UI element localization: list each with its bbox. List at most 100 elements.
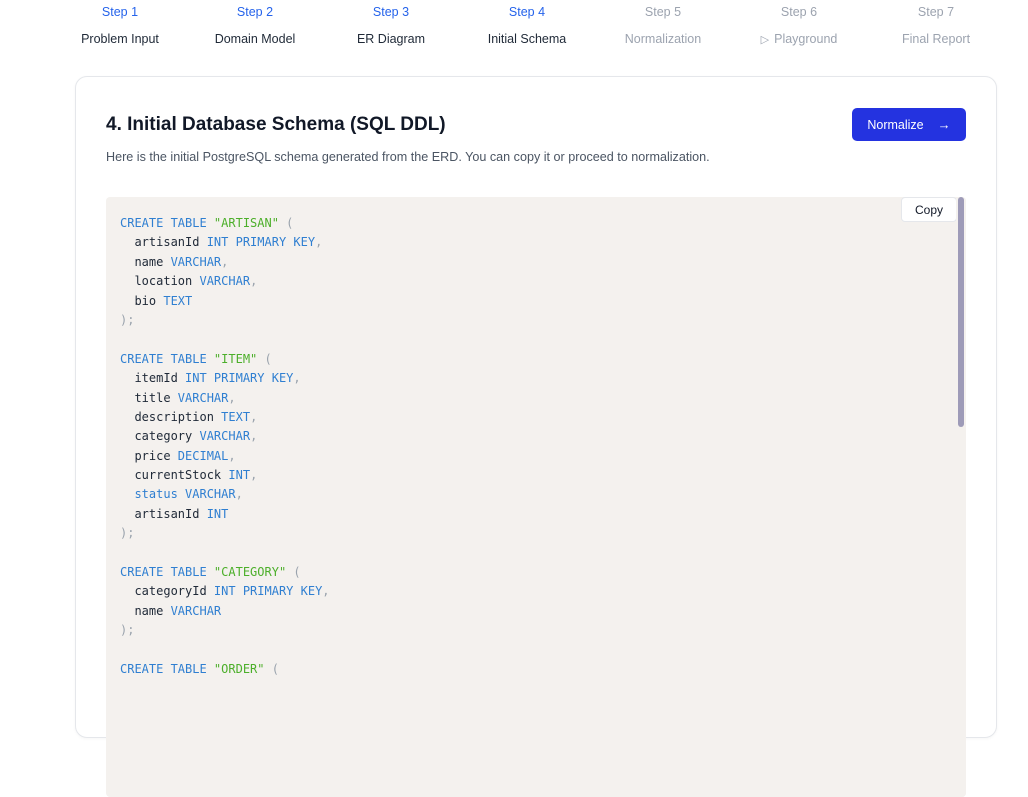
- code-token: VARCHAR: [177, 390, 229, 405]
- code-token: "ITEM": [213, 351, 258, 366]
- step-label-wrap: ▷ Playground: [729, 31, 869, 48]
- code-line: categoryId INT PRIMARY KEY,: [120, 582, 330, 601]
- scrollbar-thumb[interactable]: [958, 197, 964, 427]
- code-line: CREATE TABLE "ITEM" (: [120, 350, 330, 369]
- code-token: CREATE TABLE: [120, 216, 214, 230]
- code-line: CREATE TABLE "ARTISAN" (: [120, 214, 330, 233]
- step-number: Step 4: [508, 5, 546, 19]
- code-token: INT PRIMARY KEY: [213, 584, 323, 599]
- code-token: itemId: [120, 371, 186, 386]
- step-number: Step 1: [101, 5, 139, 19]
- step-label: Problem Input: [81, 32, 159, 46]
- code-token: ,: [250, 274, 258, 289]
- code-token: ,: [322, 584, 330, 599]
- code-token: INT PRIMARY KEY: [185, 371, 294, 386]
- step-playground[interactable]: Step 6 ▷ Playground: [729, 4, 869, 48]
- code-token: );: [120, 623, 135, 638]
- code-line: price DECIMAL,: [120, 447, 330, 466]
- code-token: status VARCHAR: [134, 487, 236, 502]
- code-token: VARCHAR: [170, 603, 222, 618]
- code-line: CREATE TABLE "CATEGORY" (: [120, 563, 330, 582]
- code-token: ,: [250, 409, 258, 424]
- code-token: CREATE TABLE: [120, 351, 214, 366]
- page-title: 4. Initial Database Schema (SQL DDL): [106, 114, 446, 135]
- code-token: (: [286, 565, 301, 580]
- scrollbar-track[interactable]: [956, 197, 966, 797]
- code-token: TEXT: [221, 409, 251, 424]
- normalize-label: Normalize: [867, 117, 924, 132]
- copy-button[interactable]: Copy: [901, 197, 957, 222]
- code-token: CREATE TABLE: [120, 565, 214, 580]
- code-token: name: [120, 603, 171, 618]
- code-token: title: [120, 390, 178, 405]
- sql-code-block[interactable]: CREATE TABLE "ARTISAN" ( artisanId INT P…: [106, 197, 966, 797]
- code-line: name VARCHAR,: [120, 253, 330, 272]
- code-line: artisanId INT PRIMARY KEY,: [120, 233, 330, 252]
- code-token: categoryId: [120, 584, 214, 599]
- code-token: TEXT: [163, 293, 193, 308]
- code-token: );: [120, 312, 135, 327]
- step-domain-model[interactable]: Step 2 Domain Model: [185, 4, 325, 47]
- code-token: ,: [228, 448, 236, 463]
- code-token: "CATEGORY": [213, 565, 287, 580]
- step-label: ER Diagram: [356, 32, 426, 46]
- code-token: VARCHAR: [199, 274, 251, 289]
- code-token: currentStock: [120, 468, 229, 483]
- code-line: title VARCHAR,: [120, 389, 330, 408]
- sql-code: CREATE TABLE "ARTISAN" ( artisanId INT P…: [120, 214, 330, 679]
- code-line: itemId INT PRIMARY KEY,: [120, 369, 330, 388]
- code-token: ,: [250, 429, 258, 444]
- code-token: );: [120, 526, 135, 541]
- play-icon: ▷: [760, 34, 770, 46]
- code-line: location VARCHAR,: [120, 272, 330, 291]
- step-label: Normalization: [624, 32, 702, 46]
- step-number: Step 6: [780, 5, 818, 19]
- code-line: description TEXT,: [120, 408, 330, 427]
- code-line: category VARCHAR,: [120, 427, 330, 446]
- code-token: ,: [228, 390, 236, 405]
- schema-card: 4. Initial Database Schema (SQL DDL) Nor…: [75, 76, 997, 797]
- code-token: VARCHAR: [199, 429, 251, 444]
- code-token: (: [257, 351, 272, 366]
- step-label: Final Report: [901, 32, 971, 46]
- normalize-button[interactable]: Normalize →: [852, 108, 966, 141]
- step-initial-schema[interactable]: Step 4 Initial Schema: [457, 4, 597, 47]
- code-token: INT: [228, 468, 251, 483]
- step-number: Step 7: [917, 5, 955, 19]
- step-number: Step 2: [236, 5, 274, 19]
- code-line: bio TEXT: [120, 292, 330, 311]
- code-token: INT PRIMARY KEY: [206, 235, 316, 250]
- code-token: DECIMAL: [177, 448, 229, 463]
- code-line: );: [120, 311, 330, 330]
- step-er-diagram[interactable]: Step 3 ER Diagram: [321, 4, 461, 47]
- code-token: bio: [120, 293, 164, 308]
- code-line: );: [120, 621, 330, 640]
- code-token: VARCHAR: [170, 254, 222, 269]
- step-problem-input[interactable]: Step 1 Problem Input: [50, 4, 190, 47]
- code-token: artisanId: [120, 506, 207, 521]
- step-number: Step 3: [372, 5, 410, 19]
- code-line: status VARCHAR,: [120, 485, 330, 504]
- code-line: name VARCHAR: [120, 602, 330, 621]
- code-token: ,: [250, 468, 258, 483]
- code-token: ,: [221, 254, 229, 269]
- step-final-report[interactable]: Step 7 Final Report: [866, 4, 1006, 47]
- code-token: "ORDER": [213, 661, 265, 676]
- step-label: Initial Schema: [487, 32, 567, 46]
- code-token: name: [120, 254, 171, 269]
- stepper: Step 1 Problem Input Step 2 Domain Model…: [0, 0, 1028, 60]
- code-token: "ARTISAN": [213, 216, 279, 230]
- code-token: price: [120, 448, 178, 463]
- code-line: );: [120, 524, 330, 543]
- page-subtitle: Here is the initial PostgreSQL schema ge…: [106, 150, 710, 164]
- code-token: location: [120, 274, 200, 289]
- code-line: CREATE TABLE "ORDER" (: [120, 660, 330, 679]
- code-token: (: [278, 216, 294, 230]
- code-token: ,: [293, 371, 301, 386]
- step-label: Playground: [774, 32, 838, 46]
- step-normalization[interactable]: Step 5 Normalization: [593, 4, 733, 47]
- code-line: currentStock INT,: [120, 466, 330, 485]
- code-token: category: [120, 429, 200, 444]
